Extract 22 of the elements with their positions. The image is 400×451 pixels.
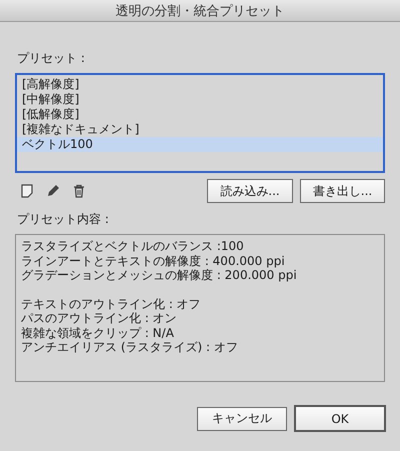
pencil-icon[interactable] [46,184,60,198]
new-page-icon[interactable] [20,184,34,198]
presets-label: プリセット : [17,50,86,67]
content-label: プリセット内容 : [17,211,110,228]
export-button[interactable]: 書き出し... [300,179,385,203]
setting-line: 複雑な領域をクリップ : N/A [21,326,175,340]
window-title: 透明の分割・統合プリセット [116,2,284,20]
setting-line: グラデーションとメッシュの解像度 : 200.000 ppi [21,268,298,282]
setting-line: ラインアートとテキストの解像度 : 400.000 ppi [21,254,286,268]
setting-line: ラスタライズとベクトルのバランス :100 [21,239,245,254]
preset-item[interactable]: [高解像度] [17,77,383,92]
preset-item[interactable]: [低解像度] [17,107,383,122]
preset-item[interactable]: ベクトル100 [17,137,383,152]
preset-item[interactable]: [複雑なドキュメント] [17,122,383,137]
setting-line: パスのアウトライン化 : オン [21,311,178,326]
trash-icon[interactable] [72,184,86,198]
preset-item[interactable]: [中解像度] [17,92,383,107]
import-button[interactable]: 読み込み... [207,179,293,203]
ok-button[interactable]: OK [294,405,386,432]
cancel-button[interactable]: キャンセル [197,406,287,430]
setting-line: アンチエイリアス (ラスタライズ) : オフ [21,340,239,354]
setting-line: テキストのアウトライン化 : オフ [21,296,202,311]
